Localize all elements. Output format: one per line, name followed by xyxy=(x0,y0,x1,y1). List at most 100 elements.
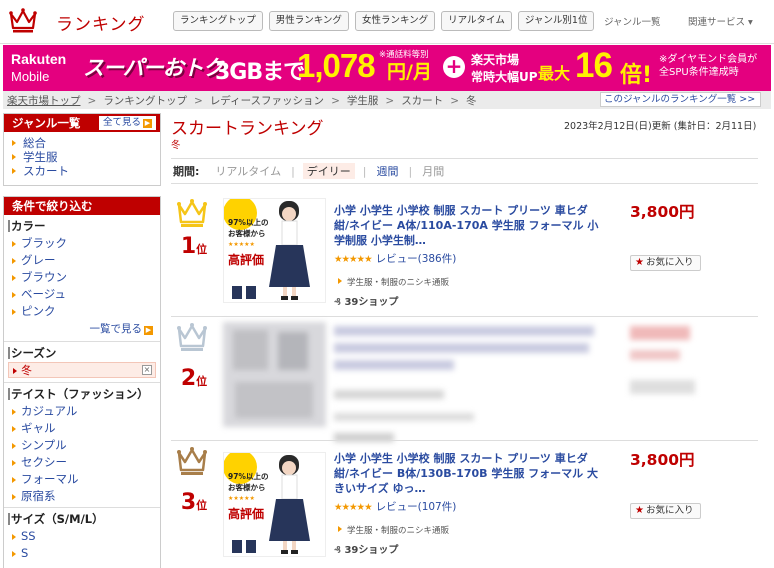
filter-taste-item[interactable]: シンプル xyxy=(11,437,160,454)
ranking-item: 1位 97%以上の お客様から ★★★★★ 高評価 小学 小学生 小学校 制服 … xyxy=(171,198,758,320)
sidebar-genre-item[interactable]: スカート xyxy=(9,164,160,178)
genre-ranking-list-link[interactable]: このジャンルのランキング一覧 >> xyxy=(600,92,761,107)
filter-color-item[interactable]: ピンク xyxy=(11,303,160,320)
banner-gb-text: 3GBまで xyxy=(215,60,305,85)
color-see-list-link[interactable]: 一覧で見る ▶ xyxy=(4,322,160,337)
period-daily[interactable]: デイリー xyxy=(302,163,355,179)
filter-season-title: シーズン xyxy=(4,344,160,362)
banner-yen-per-month: 円/月 xyxy=(387,61,432,83)
breadcrumb-item[interactable]: スカート xyxy=(401,93,443,108)
period-monthly[interactable]: 月間 xyxy=(420,163,446,179)
filter-taste-item[interactable]: フォーマル xyxy=(11,471,160,488)
ranking-item: 2位 xyxy=(171,322,758,444)
sidebar-genre: ジャンル一覧 全て見る ▶ 総合 学生服 スカート xyxy=(3,113,161,186)
period-sep: | xyxy=(362,164,367,178)
sidebar-genre-item[interactable]: 学生服 xyxy=(9,150,160,164)
banner-note-diamond: ※ダイヤモンド会員が 全SPU条件達成時 xyxy=(659,53,757,79)
product-name-link[interactable]: 小学 小学生 小学校 制服 スカート プリーツ 車ヒダ 紺/ネイビー B体/13… xyxy=(334,451,599,496)
breadcrumb-item[interactable]: レディースファッション xyxy=(210,93,324,108)
favorite-button[interactable]: ★ お気に入り xyxy=(630,503,701,519)
filter-taste-item[interactable]: ギャル xyxy=(11,420,160,437)
related-services-link[interactable]: 関連サービス ▾ xyxy=(688,14,753,28)
tab-female-ranking[interactable]: 女性ランキング xyxy=(354,11,436,31)
shop39-badge: ₰ 39ショップ xyxy=(334,541,398,556)
filter-color-item[interactable]: ブラウン xyxy=(11,269,160,286)
filter-taste-item[interactable]: セクシー xyxy=(11,454,160,471)
favorite-label: お気に入り xyxy=(645,257,694,268)
filter-size: サイズ（S/M/L） SS S xyxy=(4,510,160,564)
banner-logo-mobile: Mobile xyxy=(11,69,50,84)
star-icon: ★ xyxy=(635,257,644,268)
favorite-label: お気に入り xyxy=(645,505,694,516)
breadcrumb-sep: > xyxy=(450,94,459,107)
filter-size-item[interactable]: SS xyxy=(11,528,160,545)
arrow-right-icon: ▶ xyxy=(143,119,152,128)
filter-color-item[interactable]: ベージュ xyxy=(11,286,160,303)
product-image[interactable]: 97%以上の お客様から ★★★★★ 高評価 xyxy=(223,198,326,303)
row-divider xyxy=(171,316,758,317)
period-realtime[interactable]: リアルタイム xyxy=(213,163,283,179)
banner-note-line2: 全SPU条件達成時 xyxy=(659,67,739,78)
thumb-big: 高評価 xyxy=(228,253,265,267)
review-link[interactable]: ★★★★★ レビュー(107件) xyxy=(334,499,456,514)
product-price: 3,800円 xyxy=(630,203,695,221)
shop-link[interactable]: 学生服・制服のニシキ通販 xyxy=(338,276,449,288)
filter-size-item[interactable]: S xyxy=(11,545,160,562)
rank-suffix: 位 xyxy=(196,375,208,388)
period-sep: | xyxy=(408,164,413,178)
filter-taste-item[interactable]: カジュアル xyxy=(11,403,160,420)
see-all-button[interactable]: 全て見る ▶ xyxy=(98,116,156,130)
banner-price: 1,078 xyxy=(297,47,376,84)
shop39-label: 39ショップ xyxy=(344,545,399,556)
filter-season-selected-label: 冬 xyxy=(21,364,32,377)
shop-link[interactable]: 学生服・制服のニシキ通販 xyxy=(338,524,449,536)
sidebar-genre-heading: ジャンル一覧 全て見る ▶ xyxy=(4,114,160,132)
tab-realtime[interactable]: リアルタイム xyxy=(441,11,512,31)
thumb-line2: お客様から xyxy=(228,483,266,492)
site-title[interactable]: ランキング xyxy=(56,10,146,35)
banner-max: 最大 xyxy=(538,64,571,83)
product-image[interactable]: 97%以上の お客様から ★★★★★ 高評価 xyxy=(223,452,326,557)
favorite-button[interactable]: ★ お気に入り xyxy=(630,255,701,271)
ranking-item: 3位 97%以上の お客様から ★★★★★ 高評価 小学 小学生 小学校 制服 … xyxy=(171,446,758,568)
thumb-stars: ★★★★★ xyxy=(228,241,255,248)
crown-logo-icon[interactable] xyxy=(9,8,37,34)
filter-color-item[interactable]: ブラック xyxy=(11,235,160,252)
shop39-label: 39ショップ xyxy=(344,297,399,308)
bronze-crown-icon xyxy=(177,447,207,475)
breadcrumb-sep: > xyxy=(87,94,97,107)
filter-taste: テイスト（ファッション） カジュアル ギャル シンプル セクシー フォーマル 原… xyxy=(4,385,160,508)
breadcrumb-item-current: 冬 xyxy=(466,95,477,107)
update-date: 2023年2月12日(日)更新 (集計日：2月11日) xyxy=(564,121,757,132)
rank-value: 3 xyxy=(180,490,197,515)
filter-season-selected[interactable]: 冬 × xyxy=(8,362,156,378)
breadcrumb-item[interactable]: ランキングトップ xyxy=(103,93,187,108)
star-icon: ★ xyxy=(635,505,644,516)
tab-male-ranking[interactable]: 男性ランキング xyxy=(268,11,349,31)
thumb-line2: お客様から xyxy=(228,229,266,238)
thumb-stars: ★★★★★ xyxy=(228,495,255,502)
filter-heading: 条件で絞り込む xyxy=(4,197,160,215)
product-name-link[interactable]: 小学 小学生 小学校 制服 スカート プリーツ 車ヒダ 紺/ネイビー A体/11… xyxy=(334,203,599,248)
gold-crown-icon xyxy=(177,199,207,227)
filter-taste-item[interactable]: 原宿系 xyxy=(11,488,160,505)
review-link[interactable]: ★★★★★ レビュー(386件) xyxy=(334,251,456,266)
rating-stars: ★★★★★ xyxy=(334,502,373,513)
genre-list-link[interactable]: ジャンル一覧 xyxy=(604,14,661,28)
thumb-badge: 97%以上の xyxy=(228,472,269,481)
arrow-right-icon: ▶ xyxy=(144,326,153,335)
silver-crown-icon xyxy=(177,323,207,351)
breadcrumb-item[interactable]: 楽天市場トップ xyxy=(7,93,81,108)
product-image-blurred[interactable] xyxy=(223,322,326,427)
period-weekly[interactable]: 週間 xyxy=(375,163,401,179)
thumb-badge: 97%以上の xyxy=(228,218,269,227)
filter-color-item[interactable]: グレー xyxy=(11,252,160,269)
sidebar-genre-item[interactable]: 総合 xyxy=(9,136,160,150)
see-all-label: 全て見る xyxy=(102,117,141,128)
breadcrumb-item[interactable]: 学生服 xyxy=(347,93,379,108)
review-count: レビュー(386件) xyxy=(375,253,457,265)
tab-ranking-top[interactable]: ランキングトップ xyxy=(173,11,263,31)
promo-banner[interactable]: Rakuten Mobile スーパーおトク 3GBまで 1,078 ※通話料等… xyxy=(3,45,771,91)
tab-genre-first[interactable]: ジャンル別1位 xyxy=(517,11,595,31)
clear-filter-icon[interactable]: × xyxy=(142,365,152,375)
